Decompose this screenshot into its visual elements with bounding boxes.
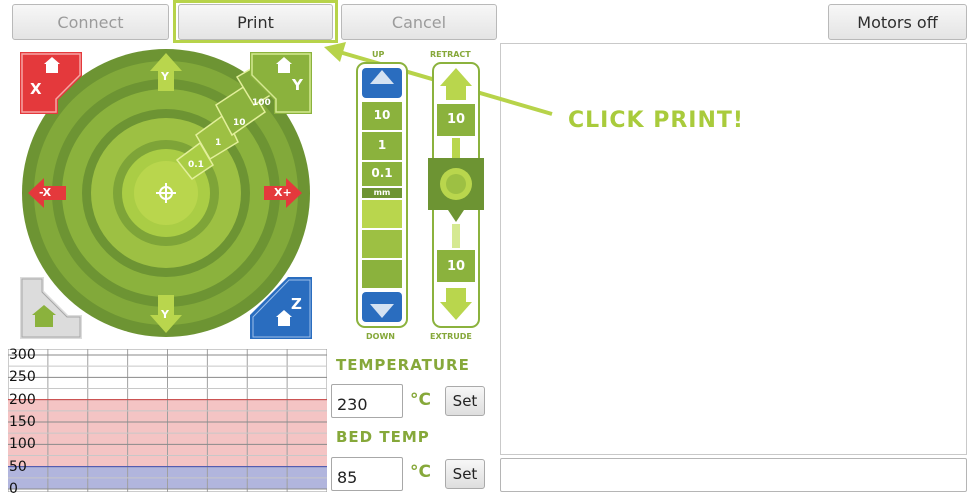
home-z-button[interactable]: [250, 277, 312, 339]
z-step-10[interactable]: 10: [362, 108, 402, 122]
x-minus-label: -X: [39, 186, 52, 199]
y-plus-label: Y: [161, 70, 169, 83]
graph-y-tick-label: 300: [9, 347, 36, 363]
hotend-set-button[interactable]: Set: [445, 386, 485, 416]
bed-temp-unit: °C: [410, 462, 431, 482]
motors-off-button[interactable]: Motors off: [828, 4, 967, 40]
home-all-button[interactable]: [20, 277, 82, 339]
x-plus-label: X+: [274, 186, 292, 199]
step-label-10: 10: [233, 118, 246, 128]
z-unit: mm: [373, 188, 391, 197]
z-down-button: [362, 292, 402, 322]
extruder-control[interactable]: [428, 62, 484, 328]
click-print-annotation: CLICK PRINT!: [568, 108, 744, 133]
step-label-1: 1: [215, 138, 222, 148]
hotend-temp-unit: °C: [410, 390, 431, 410]
home-z-label: Z: [291, 295, 302, 313]
home-x-label: X: [30, 80, 42, 98]
connect-button[interactable]: Connect: [12, 4, 169, 40]
extrude-label: EXTRUDE: [430, 332, 472, 341]
cancel-button[interactable]: Cancel: [341, 4, 497, 40]
bed-set-button[interactable]: Set: [445, 459, 485, 489]
z-up-button: [362, 68, 402, 98]
z-step-0-1[interactable]: 0.1: [362, 166, 402, 180]
retract-amount[interactable]: 10: [437, 112, 475, 127]
hotend-temp-input[interactable]: 230: [331, 384, 403, 418]
z-down-label: DOWN: [366, 332, 395, 341]
graph-y-tick-label: 200: [9, 391, 36, 408]
bed-temp-input[interactable]: 85: [331, 457, 403, 491]
extrude-amount[interactable]: 10: [437, 259, 475, 274]
z-up-label: UP: [372, 50, 385, 59]
graph-y-tick-label: 0: [9, 481, 18, 497]
home-y-label: Y: [292, 76, 303, 94]
graph-y-tick-label: 100: [9, 436, 36, 453]
log-area[interactable]: [500, 43, 967, 455]
step-label-0-1: 0.1: [188, 160, 204, 170]
graph-y-tick-label: 50: [9, 458, 27, 475]
bed-temp-heading: BED TEMP: [336, 428, 430, 446]
temperature-heading: TEMPERATURE: [336, 356, 470, 374]
temperature-graph: [8, 349, 327, 492]
print-highlight: [173, 0, 338, 43]
y-minus-label: Y: [161, 308, 169, 321]
graph-y-tick-label: 250: [9, 369, 36, 386]
command-input[interactable]: [500, 458, 967, 492]
z-step-1[interactable]: 1: [362, 138, 402, 152]
retract-label: RETRACT: [430, 50, 471, 59]
graph-y-tick-label: 150: [9, 414, 36, 430]
